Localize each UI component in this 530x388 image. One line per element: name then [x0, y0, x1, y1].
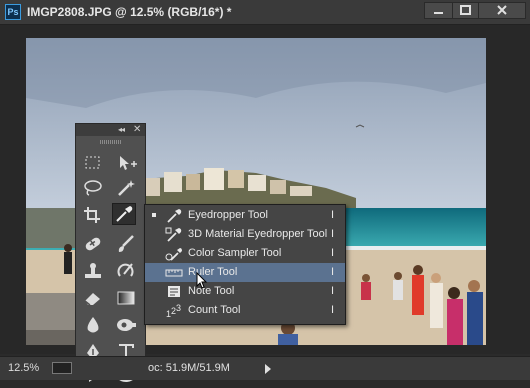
magic-wand-icon [118, 180, 135, 196]
menu-item-color-sampler-tool[interactable]: Color Sampler Tool I [145, 244, 345, 263]
eyedropper-icon [116, 206, 133, 222]
eyedropper-flyout-menu: Eyedropper Tool I 3D Material Eyedropper… [144, 204, 346, 325]
blur-icon [87, 317, 99, 333]
eraser-icon [84, 293, 100, 306]
mouse-cursor-icon [196, 272, 208, 289]
menu-item-note-tool[interactable]: Note Tool I [145, 282, 345, 301]
tool-lasso[interactable] [81, 177, 105, 199]
maximize-icon [460, 5, 471, 15]
menu-item-label: Note Tool [188, 285, 235, 297]
history-brush-icon [117, 263, 134, 277]
panel-close-icon[interactable]: ✕ [133, 124, 141, 135]
tool-gradient[interactable] [114, 287, 138, 309]
gradient-icon [117, 291, 135, 305]
close-icon [497, 5, 507, 15]
selected-indicator-icon [152, 213, 156, 217]
dodge-icon [117, 319, 136, 331]
tool-eraser[interactable] [81, 287, 105, 309]
move-tool-icon [120, 156, 137, 170]
menu-item-eyedropper-tool[interactable]: Eyedropper Tool I [145, 206, 345, 225]
maximize-button[interactable] [452, 2, 479, 19]
clone-stamp-icon [85, 263, 101, 278]
photoshop-logo-icon: Ps [5, 4, 21, 20]
document-title: IMGP2808.JPG @ 12.5% (RGB/16*) * [27, 5, 232, 19]
menu-item-shortcut: I [331, 228, 335, 240]
tools-panel-header[interactable]: ◂◂ ✕ [76, 124, 145, 136]
menu-item-shortcut: I [331, 285, 335, 297]
tool-history-brush[interactable] [114, 260, 138, 282]
note-icon [165, 283, 183, 300]
close-button[interactable] [478, 2, 526, 19]
3d-material-eyedropper-icon [165, 226, 183, 243]
menu-item-shortcut: I [331, 209, 335, 221]
menu-item-label: Color Sampler Tool [188, 247, 282, 259]
minimize-button[interactable] [424, 2, 453, 19]
tool-blur[interactable] [81, 314, 105, 336]
menu-item-3d-material-eyedropper-tool[interactable]: 3D Material Eyedropper Tool I [145, 225, 345, 244]
ruler-icon [165, 264, 183, 281]
tool-dodge[interactable] [114, 314, 138, 336]
tool-spot-healing-brush[interactable] [81, 233, 105, 255]
brush-icon [118, 235, 134, 252]
svg-text:3: 3 [176, 303, 181, 313]
menu-item-label: Count Tool [188, 304, 241, 316]
tool-rectangular-marquee[interactable] [81, 152, 105, 174]
tool-move[interactable] [114, 152, 138, 174]
count-icon: 123 [165, 302, 183, 319]
lasso-icon [84, 180, 102, 196]
menu-item-count-tool[interactable]: 123 Count Tool I [145, 301, 345, 320]
tool-eyedropper[interactable] [112, 203, 136, 225]
menu-item-label: Eyedropper Tool [188, 209, 268, 221]
menu-item-shortcut: I [331, 247, 335, 259]
crop-icon [84, 207, 100, 223]
menu-item-shortcut: I [331, 304, 335, 316]
document-size-info: oc: 51.9M/51.9M [148, 362, 230, 374]
tool-magic-wand[interactable] [114, 177, 138, 199]
tool-brush[interactable] [114, 233, 138, 255]
status-menu-arrow-icon[interactable] [265, 364, 271, 374]
minimize-icon [434, 12, 443, 14]
menu-item-label: 3D Material Eyedropper Tool [188, 228, 328, 240]
menu-item-shortcut: I [331, 266, 335, 278]
rectangular-marquee-icon [85, 156, 100, 169]
panel-grip[interactable] [100, 140, 122, 144]
document-status-icon[interactable] [52, 362, 72, 374]
status-bar: 12.5% oc: 51.9M/51.9M [0, 356, 530, 380]
tool-crop[interactable] [81, 204, 105, 226]
zoom-level[interactable]: 12.5% [8, 362, 39, 374]
menu-item-ruler-tool[interactable]: Ruler Tool I [145, 263, 345, 282]
color-sampler-icon [165, 245, 183, 262]
eyedropper-icon [165, 207, 183, 224]
title-bar: Ps IMGP2808.JPG @ 12.5% (RGB/16*) * [0, 0, 530, 25]
collapse-icon[interactable]: ◂◂ [118, 125, 125, 134]
tools-panel: ◂◂ ✕ [75, 123, 146, 382]
tool-clone-stamp[interactable] [81, 260, 105, 282]
spot-healing-brush-icon [85, 237, 101, 251]
